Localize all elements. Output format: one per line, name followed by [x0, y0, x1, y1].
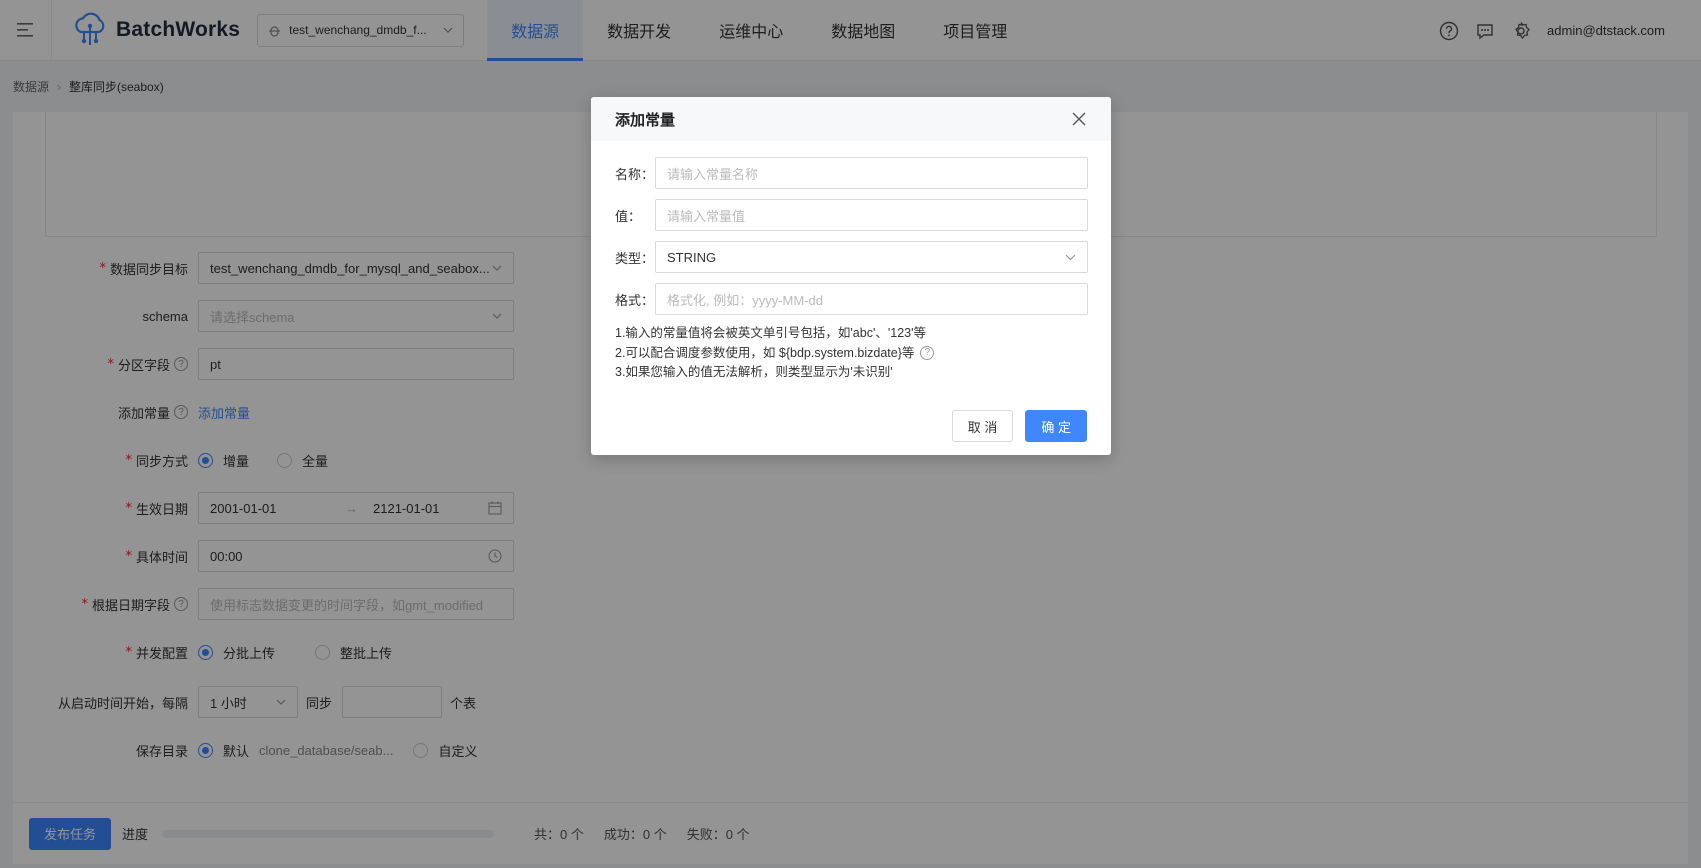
modal-header: 添加常量: [591, 97, 1111, 141]
constant-notes: 1.输入的常量值将会被英文单引号包括，如'abc'、'123'等 2.可以配合调…: [615, 324, 935, 383]
note-line-3: 3.如果您输入的值无法解析，则类型显示为'未识别': [615, 365, 893, 379]
help-icon[interactable]: ?: [920, 346, 935, 361]
cancel-button[interactable]: 取 消: [951, 410, 1014, 442]
name-row: 名称： 请输入常量名称: [615, 157, 1088, 189]
format-row: 格式： 格式化, 例如：yyyy-MM-dd: [615, 283, 1088, 315]
name-label: 名称：: [615, 166, 655, 182]
format-label: 格式：: [615, 292, 655, 308]
type-label: 类型：: [615, 250, 655, 266]
chevron-down-icon: [1065, 254, 1076, 260]
confirm-button[interactable]: 确 定: [1025, 410, 1087, 442]
value-row: 值： 请输入常量值: [615, 199, 1088, 231]
modal-title: 添加常量: [615, 111, 676, 129]
type-row: 类型： STRING: [615, 241, 1088, 273]
value-label: 值：: [615, 208, 642, 224]
close-icon[interactable]: [1071, 111, 1087, 127]
modal-footer: 取 消 确 定: [951, 410, 1087, 442]
value-input[interactable]: 请输入常量值: [655, 199, 1088, 231]
format-input[interactable]: 格式化, 例如：yyyy-MM-dd: [655, 283, 1088, 315]
type-select[interactable]: STRING: [655, 241, 1088, 273]
name-input[interactable]: 请输入常量名称: [655, 157, 1088, 189]
note-line-2: 2.可以配合调度参数使用，如 ${bdp.system.bizdate}等: [615, 345, 915, 360]
add-constant-modal: 添加常量 名称： 请输入常量名称 值： 请输入常量值 类型： STRING 格式…: [591, 97, 1111, 455]
note-line-1: 1.输入的常量值将会被英文单引号包括，如'abc'、'123'等: [615, 326, 926, 340]
